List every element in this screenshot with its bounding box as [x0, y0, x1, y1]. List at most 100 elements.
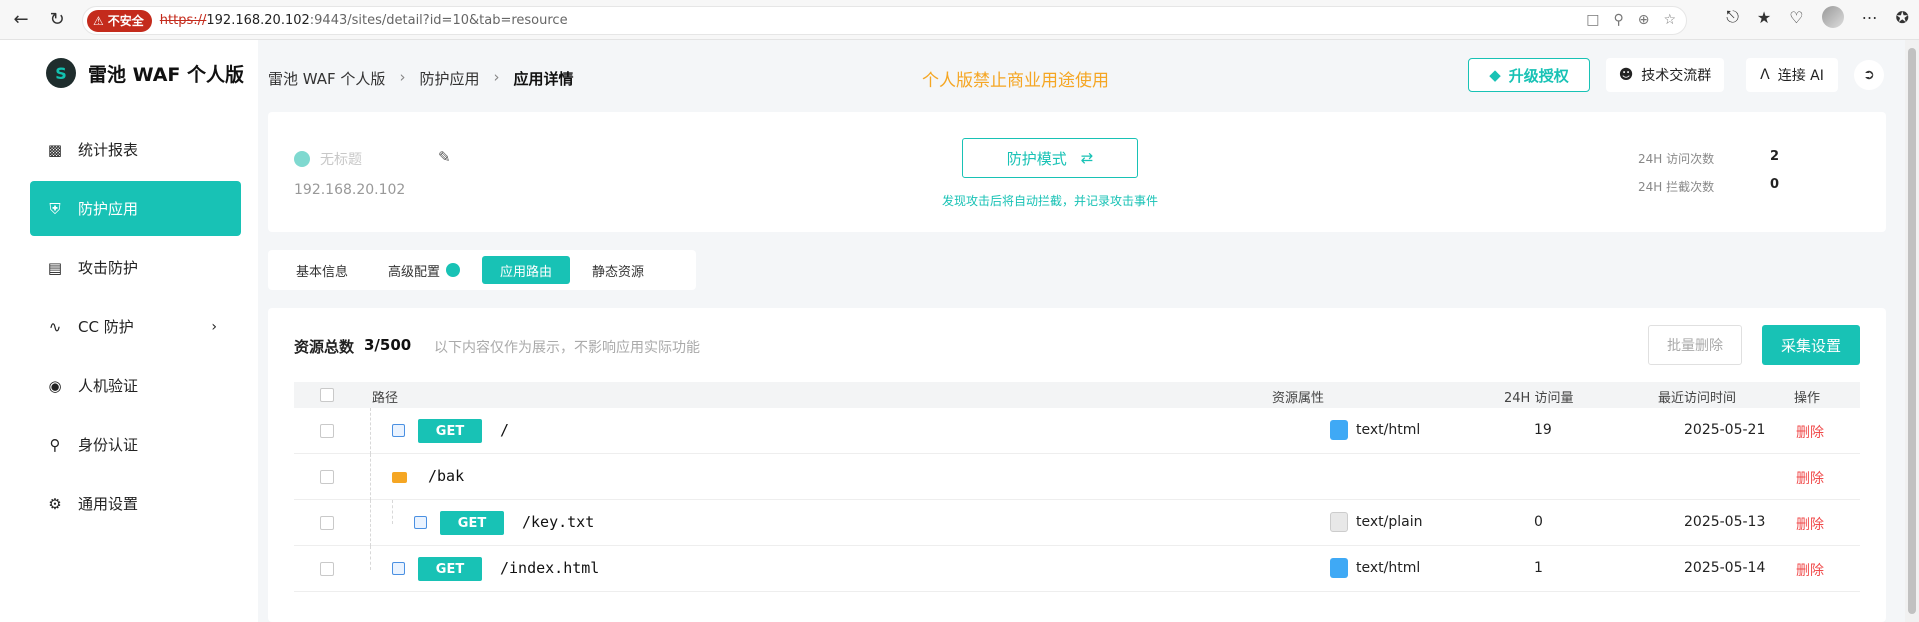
- mode-label: 防护模式: [1006, 149, 1067, 168]
- upgrade-button[interactable]: ◆ 升级授权: [1468, 58, 1590, 92]
- table-row[interactable]: /bak 删除: [294, 454, 1860, 500]
- logout-icon[interactable]: ➲: [1854, 60, 1884, 90]
- table-header: 路径 资源属性 24H 访问量 最近访问时间 操作: [294, 382, 1860, 408]
- tab-label: 静态资源: [592, 264, 645, 280]
- file-icon: [414, 516, 427, 529]
- key-icon: ⚲: [49, 435, 61, 454]
- file-icon: [392, 424, 405, 437]
- resource-hint: 以下内容仅作为展示，不影响应用实际功能: [434, 340, 700, 356]
- site-ip: 192.168.20.102: [294, 182, 406, 198]
- last-visit-time: 2025-05-14: [1684, 560, 1766, 576]
- breadcrumb-current: 应用详情: [513, 70, 574, 88]
- row-checkbox[interactable]: [320, 562, 334, 576]
- sidebar-item-cc[interactable]: ∿ CC 防护 ›: [30, 299, 241, 354]
- url-scheme: https://: [159, 13, 207, 28]
- html-file-icon: [1330, 420, 1348, 440]
- resource-attr: text/plain: [1330, 512, 1422, 532]
- column-header-attr: 资源属性: [1272, 391, 1325, 406]
- tab-static-resources[interactable]: 静态资源: [574, 256, 662, 284]
- favorite-star-icon[interactable]: ☆: [1663, 12, 1676, 28]
- sidebar-item-label: 统计报表: [78, 141, 139, 159]
- delete-link[interactable]: 删除: [1796, 560, 1824, 580]
- commercial-notice: 个人版禁止商业用途使用: [922, 71, 1109, 91]
- sidebar-item-label: 通用设置: [78, 495, 139, 513]
- attr-text: text/plain: [1356, 514, 1423, 530]
- resource-path: /: [500, 421, 510, 439]
- address-bar[interactable]: ⚠ 不安全 https://192.168.20.102:9443/sites/…: [82, 6, 1687, 35]
- table-row[interactable]: GET /key.txt text/plain 0 2025-05-13 删除: [294, 500, 1860, 546]
- breadcrumb-home[interactable]: 雷池 WAF 个人版: [268, 68, 385, 89]
- sidebar-item-captcha[interactable]: ◉ 人机验证: [30, 358, 241, 413]
- key-icon[interactable]: ⚲: [1613, 12, 1623, 28]
- tab-advanced-config[interactable]: 高级配置: [370, 256, 478, 284]
- tab-label: 应用路由: [500, 264, 553, 280]
- sidebar-item-stats[interactable]: ▩ 统计报表: [30, 122, 241, 177]
- back-icon[interactable]: ←: [6, 5, 36, 35]
- connect-ai-button[interactable]: Λ 连接 AI: [1746, 58, 1838, 92]
- more-menu-icon[interactable]: ⋯: [1862, 8, 1878, 27]
- stat-blocked-label: 24H 拦截次数: [1638, 180, 1715, 194]
- stat-visits-value: 2: [1770, 149, 1780, 164]
- tree-line: [370, 500, 371, 546]
- app-logo[interactable]: S 雷池 WAF 个人版: [46, 58, 244, 88]
- edit-icon[interactable]: ✎: [438, 148, 451, 166]
- zoom-icon[interactable]: ⊕: [1638, 12, 1650, 28]
- scrollbar-thumb[interactable]: [1908, 48, 1916, 614]
- breadcrumb-apps[interactable]: 防护应用: [419, 68, 479, 89]
- stat-blocked-value: 0: [1770, 177, 1780, 192]
- tree-line: [392, 500, 393, 524]
- row-checkbox[interactable]: [320, 470, 334, 484]
- delete-link[interactable]: 删除: [1796, 422, 1824, 442]
- column-header-path: 路径: [372, 391, 399, 406]
- community-button[interactable]: ☻ 技术交流群: [1606, 58, 1724, 92]
- profile-avatar[interactable]: [1821, 6, 1844, 28]
- sidebar-item-settings[interactable]: ⚙ 通用设置: [30, 476, 241, 531]
- sidebar: S 雷池 WAF 个人版 ▩ 统计报表 ⛨ 防护应用 ▤ 攻击防护 ∿ CC 防…: [0, 40, 258, 622]
- extensions-icon[interactable]: ⎋: [1726, 7, 1739, 27]
- sidebar-item-label: 身份认证: [78, 436, 139, 454]
- delete-link[interactable]: 删除: [1796, 468, 1824, 488]
- favorites-icon[interactable]: ★: [1757, 8, 1771, 27]
- row-checkbox[interactable]: [320, 516, 334, 530]
- copilot-icon[interactable]: ✪: [1896, 8, 1909, 27]
- mode-description: 发现攻击后将自动拦截，并记录攻击事件: [941, 194, 1158, 208]
- table-row[interactable]: GET / text/html 19 2025-05-21 删除: [294, 408, 1860, 454]
- sidebar-menu: ▩ 统计报表 ⛨ 防护应用 ▤ 攻击防护 ∿ CC 防护 › ◉ 人机验证 ⚲ …: [30, 122, 241, 535]
- file-icon: [392, 562, 405, 575]
- resource-path: /index.html: [500, 559, 600, 577]
- attr-text: text/html: [1356, 422, 1421, 438]
- collect-settings-button[interactable]: 采集设置: [1762, 325, 1860, 365]
- tab-label: 高级配置: [388, 264, 441, 280]
- tab-app-routes[interactable]: 应用路由: [482, 256, 571, 284]
- sidebar-item-attack[interactable]: ▤ 攻击防护: [30, 240, 241, 295]
- site-title-text: 无标题: [320, 152, 362, 168]
- column-header-ops: 操作: [1794, 391, 1821, 406]
- top-header: 雷池 WAF 个人版 › 防护应用 › 应用详情 个人版禁止商业用途使用 ◆ 升…: [258, 40, 1919, 112]
- tab-basic-info[interactable]: 基本信息: [278, 256, 366, 284]
- switch-icon: ⇄: [1080, 149, 1094, 167]
- batch-delete-button[interactable]: 批量删除: [1648, 325, 1742, 365]
- sidebar-item-label: 攻击防护: [78, 259, 139, 277]
- reading-mode-icon[interactable]: □: [1586, 12, 1599, 28]
- sidebar-item-auth[interactable]: ⚲ 身份认证: [30, 417, 241, 472]
- page-scrollbar[interactable]: [1905, 40, 1919, 622]
- protection-mode-button[interactable]: 防护模式 ⇄: [962, 138, 1138, 178]
- sidebar-item-apps[interactable]: ⛨ 防护应用: [30, 181, 241, 236]
- heart-icon[interactable]: ♡: [1789, 8, 1803, 27]
- pulse-icon: ∿: [48, 317, 62, 336]
- globe-icon: [294, 151, 310, 167]
- breadcrumb: 雷池 WAF 个人版 › 防护应用 › 应用详情: [268, 68, 573, 89]
- tree-line: [370, 546, 371, 570]
- visits-value: 1: [1534, 560, 1543, 576]
- detail-tabs: 基本信息 高级配置 应用路由 静态资源: [268, 250, 696, 290]
- gear-icon: ⚙: [48, 494, 62, 513]
- reload-icon[interactable]: ↻: [42, 5, 72, 35]
- table-row[interactable]: GET /index.html text/html 1 2025-05-14 删…: [294, 546, 1860, 592]
- attr-text: text/html: [1356, 560, 1421, 576]
- url-text[interactable]: https://192.168.20.102:9443/sites/detail…: [160, 13, 568, 28]
- row-checkbox[interactable]: [320, 424, 334, 438]
- select-all-checkbox[interactable]: [320, 388, 334, 402]
- insecure-badge[interactable]: ⚠ 不安全: [87, 9, 152, 32]
- delete-link[interactable]: 删除: [1796, 514, 1824, 534]
- ai-icon: Λ: [1760, 67, 1770, 83]
